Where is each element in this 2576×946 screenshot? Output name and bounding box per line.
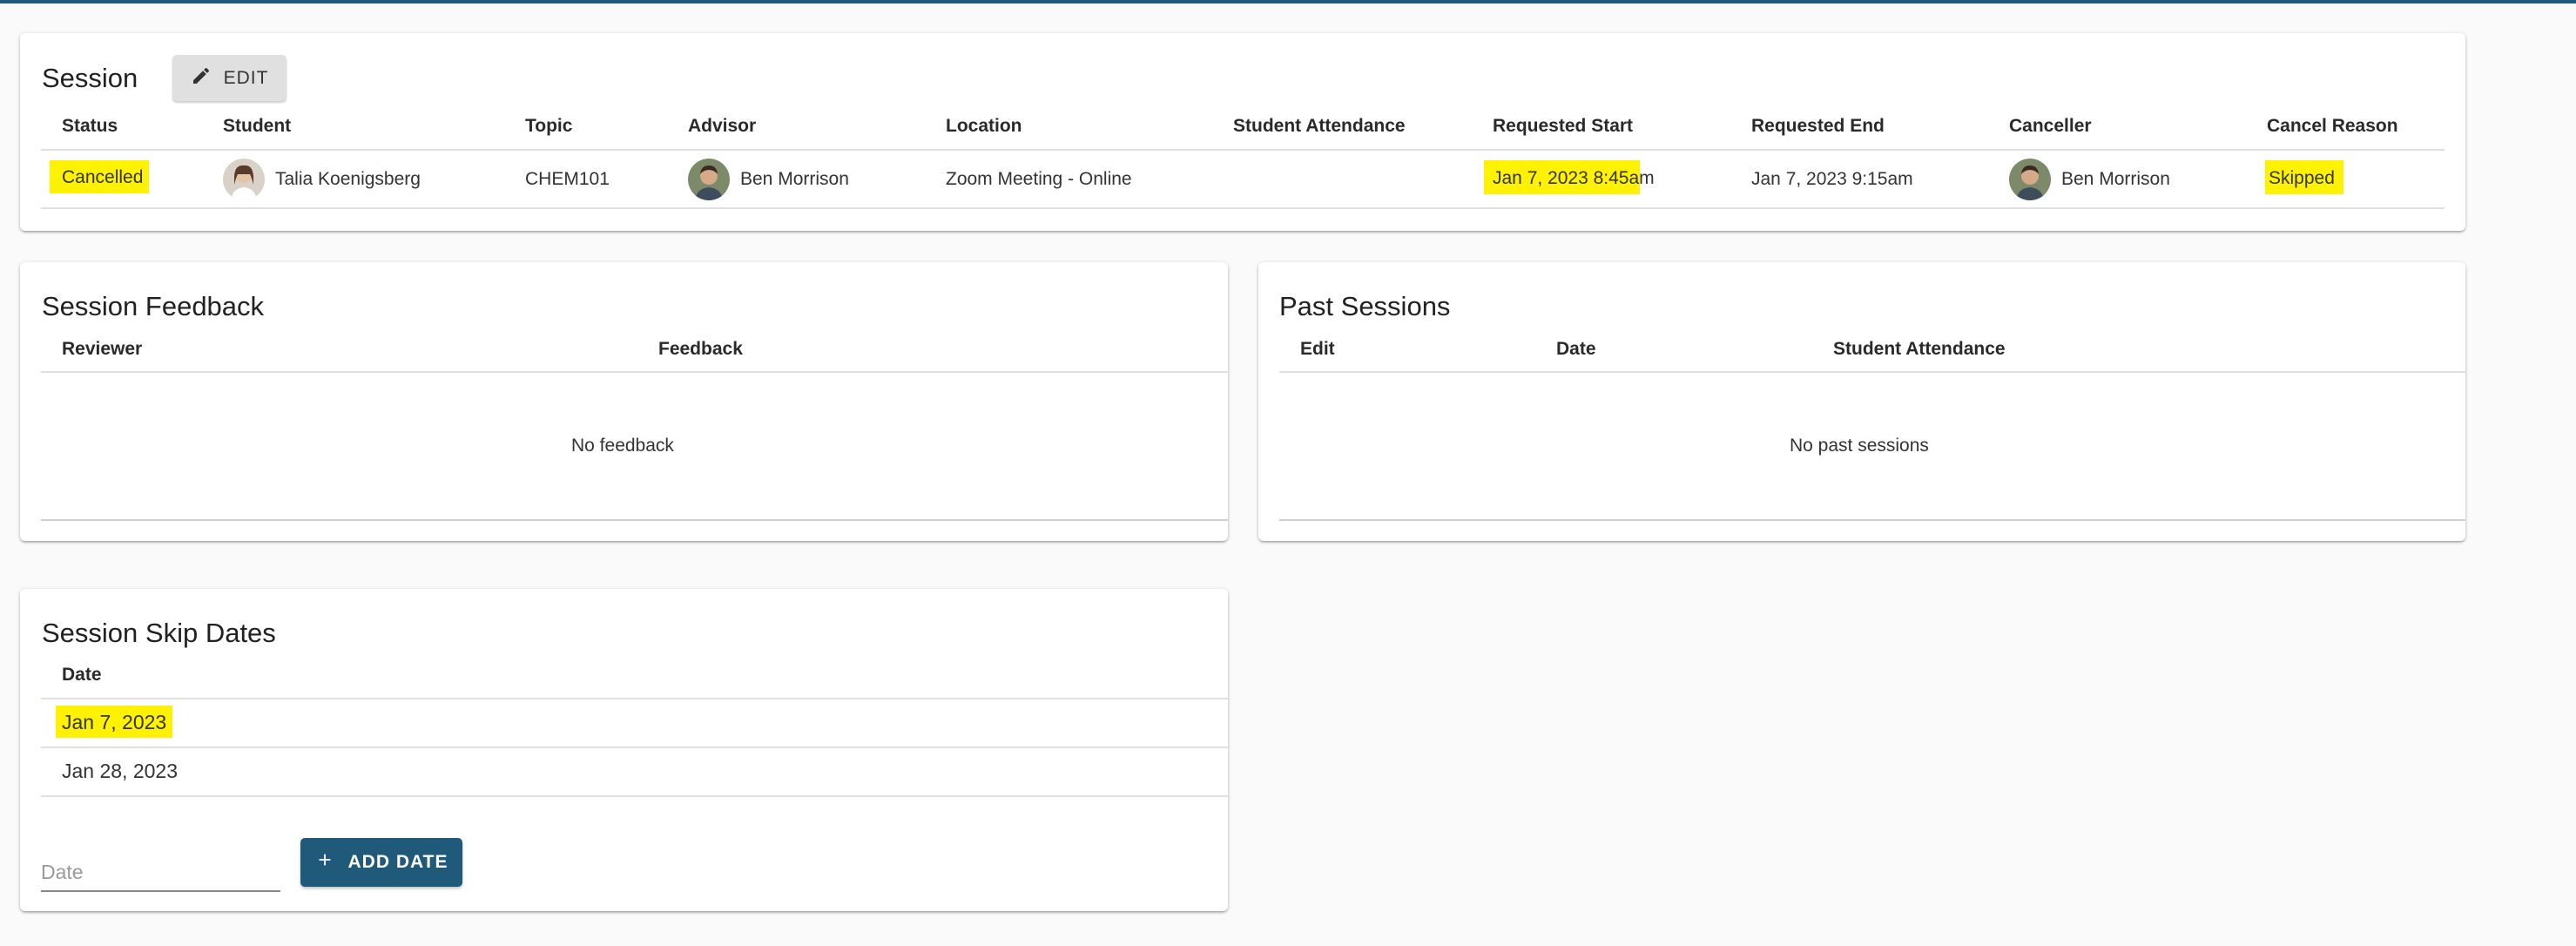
advisor-name: Ben Morrison: [740, 169, 849, 189]
feedback-card: Session Feedback Reviewer Feedback No fe…: [20, 262, 1228, 541]
top-accent-bar: [0, 0, 2576, 3]
col-student-attendance-past: Student Attendance: [1833, 339, 2006, 359]
skip-date-row-1: Jan 7, 2023: [56, 706, 173, 738]
header-divider: [41, 149, 2445, 151]
topic-value: CHEM101: [525, 169, 610, 189]
col-edit: Edit: [1300, 339, 1335, 359]
skip-row-divider-2: [41, 795, 1228, 797]
col-requested-start: Requested Start: [1493, 116, 1634, 136]
feedback-title: Session Feedback: [42, 291, 265, 321]
col-skip-date: Date: [62, 665, 102, 685]
add-date-button[interactable]: ADD DATE: [300, 838, 462, 887]
requested-start-text: Jan 7, 2023 8:45am: [1493, 168, 1655, 188]
session-card: Session EDIT Status Student Topic Adviso…: [20, 33, 2465, 231]
requested-end-value: Jan 7, 2023 9:15am: [1751, 169, 1913, 189]
pencil-icon: [191, 65, 212, 91]
past-sessions-title: Past Sessions: [1279, 291, 1451, 321]
session-title: Session: [42, 63, 138, 93]
edit-button[interactable]: EDIT: [172, 55, 287, 101]
col-advisor: Advisor: [688, 116, 757, 136]
col-topic: Topic: [525, 116, 573, 136]
col-feedback: Feedback: [658, 339, 743, 359]
skip-row-divider-1: [41, 747, 1228, 748]
plus-icon: [315, 850, 334, 875]
requested-start-value: Jan 7, 2023 8:45am: [1484, 160, 1655, 194]
col-location: Location: [946, 116, 1022, 136]
past-empty-message: No past sessions: [1790, 436, 1929, 456]
student-name: Talia Koenigsberg: [275, 169, 421, 189]
feedback-footer-divider: [41, 519, 1228, 521]
col-student-attendance: Student Attendance: [1233, 116, 1406, 136]
col-date: Date: [1556, 339, 1596, 359]
row-divider: [41, 207, 2445, 209]
col-student: Student: [223, 116, 292, 136]
past-header-divider: [1279, 371, 2465, 373]
skip-dates-title: Session Skip Dates: [42, 618, 276, 648]
canceller-name: Ben Morrison: [2061, 169, 2170, 189]
cancel-reason-badge: Skipped: [2265, 160, 2343, 194]
canceller-avatar: [2009, 159, 2051, 200]
past-footer-divider: [1279, 519, 2465, 521]
location-value: Zoom Meeting - Online: [946, 169, 1132, 189]
status-badge: Cancelled: [50, 160, 150, 193]
feedback-empty-message: No feedback: [571, 436, 674, 456]
add-date-button-label: ADD DATE: [347, 852, 448, 872]
feedback-header-divider: [41, 371, 1228, 373]
skip-header-divider: [41, 698, 1228, 699]
student-avatar: [223, 159, 265, 200]
col-cancel-reason: Cancel Reason: [2267, 116, 2398, 136]
date-input[interactable]: [41, 854, 280, 892]
skip-date-row-2: Jan 28, 2023: [62, 760, 179, 782]
advisor-avatar: [688, 159, 730, 200]
col-reviewer: Reviewer: [62, 339, 143, 359]
col-status: Status: [62, 116, 118, 136]
edit-button-label: EDIT: [223, 67, 269, 88]
past-sessions-card: Past Sessions Edit Date Student Attendan…: [1258, 262, 2465, 541]
col-requested-end: Requested End: [1751, 116, 1885, 136]
col-canceller: Canceller: [2009, 116, 2092, 136]
